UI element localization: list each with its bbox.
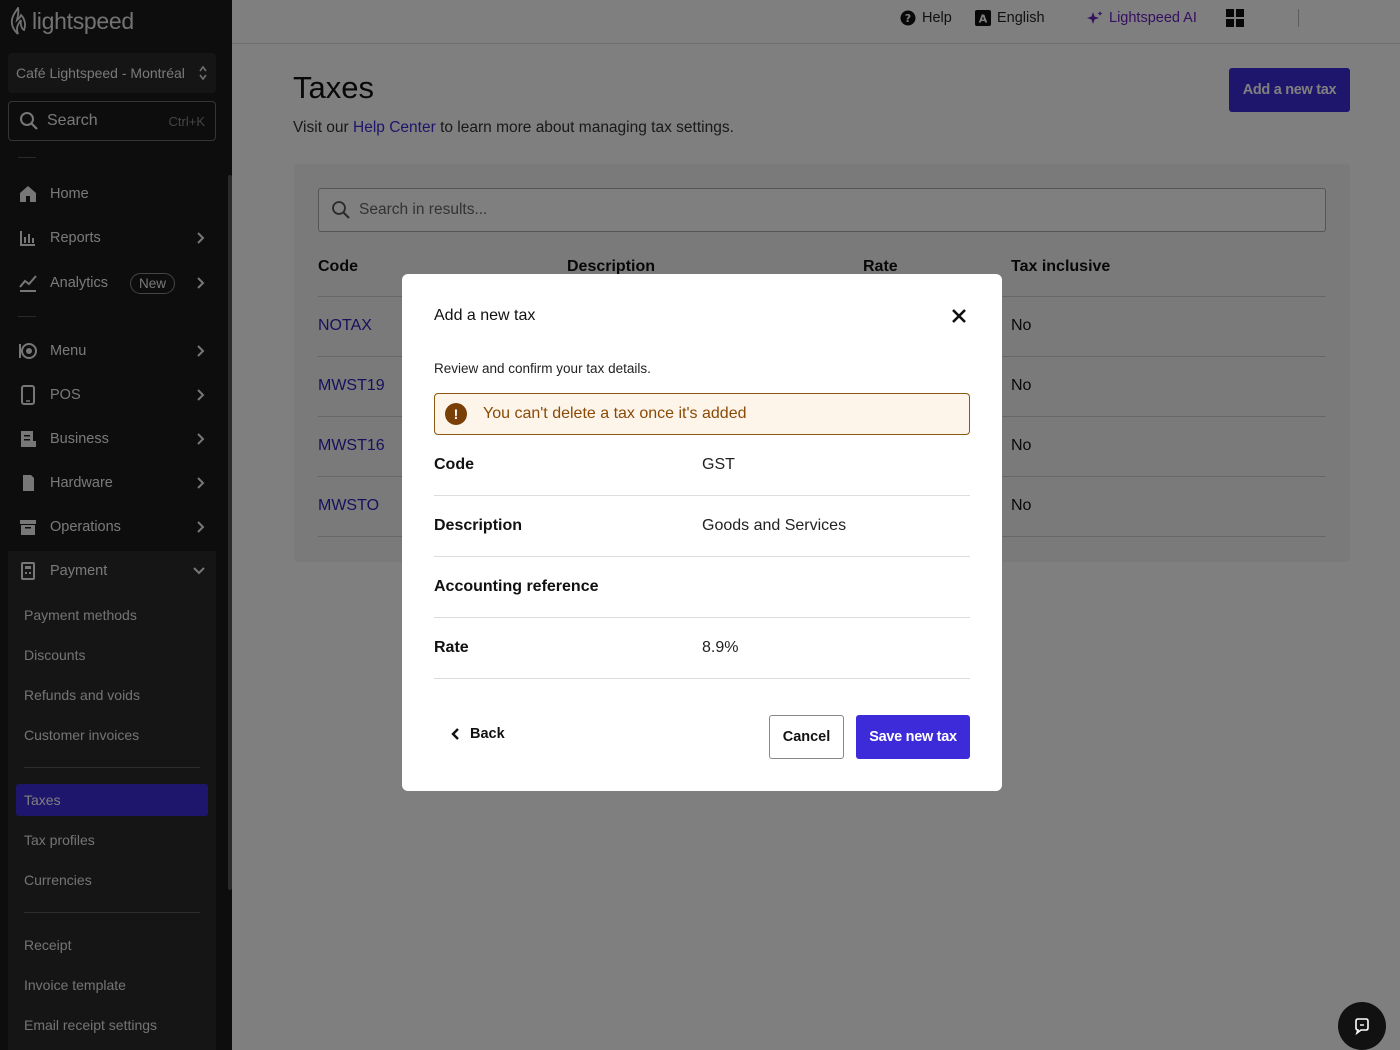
warning-text: You can't delete a tax once it's added [483, 405, 747, 422]
modal-subtitle: Review and confirm your tax details. [434, 361, 651, 376]
exclamation-icon: ! [445, 403, 467, 425]
warning-banner: ! You can't delete a tax once it's added [434, 393, 970, 435]
detail-row-rate: Rate 8.9% [434, 618, 970, 679]
chevron-left-icon [451, 728, 459, 740]
chat-button[interactable] [1338, 1002, 1386, 1050]
detail-value: Goods and Services [702, 517, 847, 534]
back-button[interactable]: Back [450, 726, 505, 742]
chat-icon [1355, 1018, 1369, 1035]
back-label: Back [470, 726, 505, 742]
detail-label: Description [434, 517, 523, 534]
detail-label: Code [434, 456, 474, 473]
detail-row-accounting-reference: Accounting reference [434, 557, 970, 618]
detail-value: GST [702, 456, 735, 473]
detail-row-description: Description Goods and Services [434, 496, 970, 557]
modal-title: Add a new tax [434, 307, 536, 324]
add-tax-modal: Add a new tax Review and confirm your ta… [402, 274, 1002, 791]
close-icon[interactable] [951, 308, 967, 324]
detail-value: 8.9% [702, 639, 739, 656]
save-new-tax-button[interactable]: Save new tax [856, 715, 970, 759]
detail-label: Rate [434, 639, 469, 656]
detail-label: Accounting reference [434, 578, 599, 595]
detail-row-code: Code GST [434, 435, 970, 496]
cancel-button[interactable]: Cancel [769, 715, 844, 759]
